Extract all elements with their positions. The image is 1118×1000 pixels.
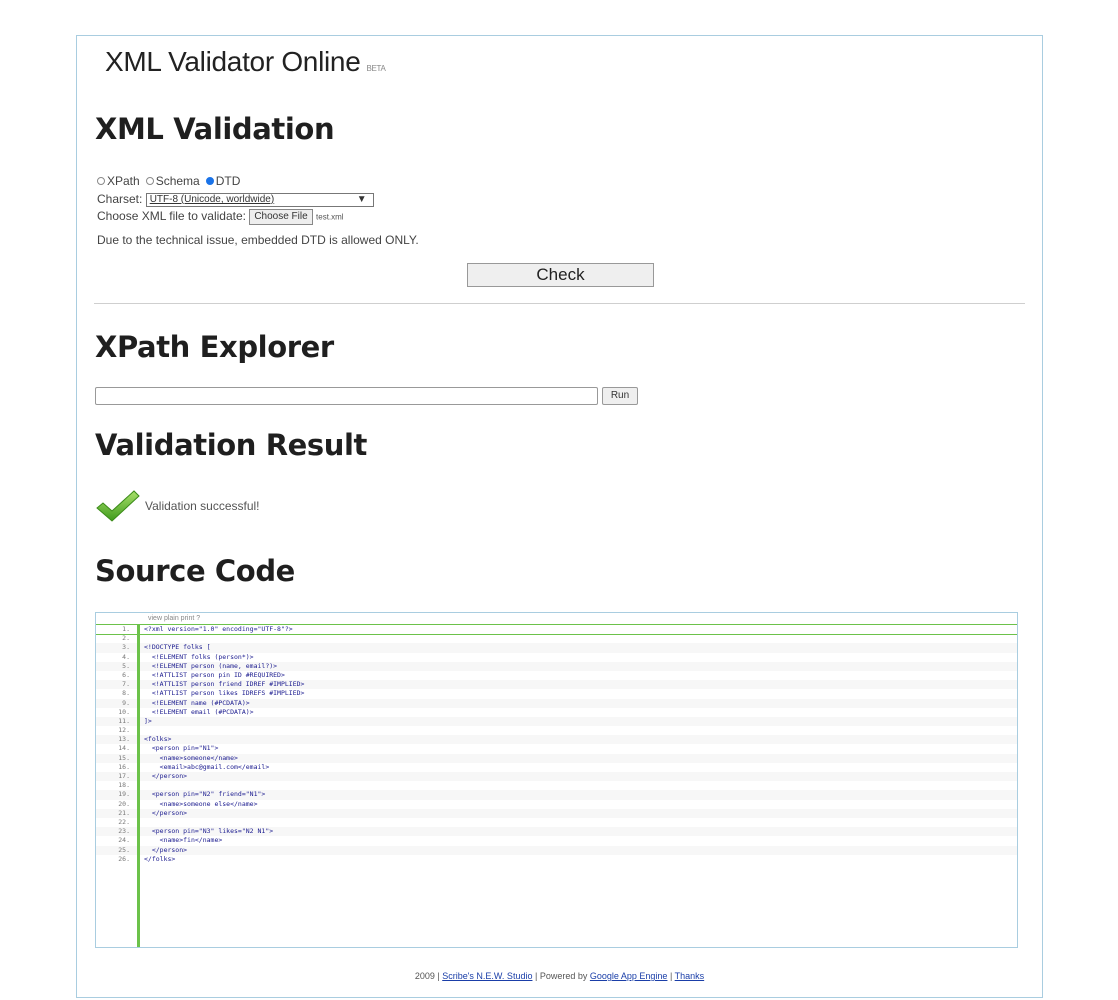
code-line: 25. </person> [96,845,1017,855]
footer: 2009 | Scribe's N.E.W. Studio | Powered … [77,971,1042,981]
source-code-viewer: view plain print ? 1. <?xml version="1.0"… [95,612,1018,948]
code-line: 17. </person> [96,772,1017,782]
validation-result: Validation successful! [95,488,260,524]
code-lines: 1. <?xml version="1.0" encoding="UTF-8"?>… [96,623,1017,864]
beta-badge: BETA [366,64,386,73]
xpath-explorer-heading: XPath Explorer [95,330,334,364]
code-line: 6. <!ATTLIST person pin ID #REQUIRED> [96,671,1017,680]
charset-value: UTF-8 (Unicode, worldwide) [149,193,275,205]
code-line: 16. <email>abc@gmail.com</email> [96,763,1017,772]
mode-radio-group: XPath Schema DTD [97,174,244,188]
footer-thanks-link[interactable]: Thanks [675,971,705,981]
code-line: 4. <!ELEMENT folks (person*)> [96,653,1017,662]
radio-xpath[interactable]: XPath [97,174,140,188]
footer-studio-link[interactable]: Scribe's N.E.W. Studio [442,971,532,981]
radio-xpath-label: XPath [107,174,140,188]
xpath-input[interactable] [95,387,598,405]
radio-xpath-icon[interactable] [97,177,105,185]
radio-schema-icon[interactable] [145,177,154,185]
page-frame: XML Validator Online BETA XML Validation … [76,35,1043,998]
code-line: 10. <!ELEMENT email (#PCDATA)> [96,708,1017,717]
code-line-text: <email>abc@gmail.com</email> [144,762,270,771]
code-line-text: <person pin="N3" likes="N2 N1"> [144,827,274,836]
code-line: 11.]> [96,716,1017,727]
code-line: 1. <?xml version="1.0" encoding="UTF-8"?> [96,623,1017,636]
radio-dtd-icon[interactable] [205,177,214,185]
code-line: 22. [96,818,1017,827]
site-title: XML Validator Online BETA [105,46,386,78]
code-line: 15. <name>someone</name> [96,753,1017,763]
code-line-text: </person> [144,772,188,780]
line-gutter [96,625,140,947]
code-line: 12. [96,726,1017,735]
code-line-text: <name>someone else</name> [144,799,258,808]
code-line-text: <person pin="N1"> [144,744,219,753]
choose-file-button[interactable]: Choose File [249,209,313,225]
code-line: 21. </person> [96,808,1017,818]
code-line: 18. [96,781,1017,790]
footer-separator: | [669,971,673,981]
footer-engine-link[interactable]: Google App Engine [590,971,668,981]
radio-dtd[interactable]: DTD [205,174,241,188]
code-line-text: <!DOCTYPE folks [ [144,643,211,652]
code-line-text: </person> [144,808,188,817]
run-button[interactable]: Run [602,387,638,405]
code-line: 20. <name>someone else</name> [96,800,1017,809]
radio-schema[interactable]: Schema [145,174,200,188]
charset-select[interactable]: UTF-8 (Unicode, worldwide) ▼ [145,192,374,207]
code-line-text: <name>fin</name> [144,836,223,845]
code-line-text: <?xml version="1.0" encoding="UTF-8"?> [144,625,293,633]
code-line-text: ]> [144,716,152,725]
code-line-text: <name>someone</name> [144,753,238,762]
charset-label: Charset: [97,192,143,206]
dtd-notice: Due to the technical issue, embedded DTD… [97,233,419,247]
code-line-text: <!ELEMENT email (#PCDATA)> [144,707,254,716]
file-name: test.xml [316,212,344,222]
code-line-text: <person pin="N2" friend="N1"> [144,790,266,799]
validation-result-heading: Validation Result [95,428,368,462]
code-line: 19. <person pin="N2" friend="N1"> [96,790,1017,800]
code-line: 24. <name>fin</name> [96,836,1017,845]
xml-validation-heading: XML Validation [95,112,335,146]
validation-message: Validation successful! [145,499,260,513]
code-line: 26. </folks> [96,855,1017,864]
site-title-text: XML Validator Online [105,46,361,77]
code-line-text: <!ELEMENT name (#PCDATA)> [144,698,250,707]
code-line-text: <!ATTLIST person friend IDREF #IMPLIED> [144,680,305,689]
code-line-text: <!ELEMENT person (name, email?)> [144,661,278,670]
code-toolbar[interactable]: view plain print ? [148,615,200,622]
check-button[interactable]: Check [467,263,654,287]
source-code-heading: Source Code [95,554,295,588]
code-line-text: </person> [144,845,188,854]
code-line-text: <!ELEMENT folks (person*)> [144,652,254,661]
section-divider [94,303,1025,304]
charset-row: Charset: UTF-8 (Unicode, worldwide) ▼ [97,192,374,207]
file-label: Choose XML file to validate: [97,209,246,224]
code-line: 9. <!ELEMENT name (#PCDATA)> [96,698,1017,708]
footer-year: 2009 | [414,971,440,981]
radio-dtd-label: DTD [215,174,241,188]
code-line: 13. <folks> [96,735,1017,745]
code-line-text: </folks> [144,854,176,863]
code-line: 23. <person pin="N3" likes="N2 N1"> [96,827,1017,837]
code-line: 7. <!ATTLIST person friend IDREF #IMPLIE… [96,680,1017,690]
code-line-text: <folks> [144,735,172,744]
code-line-text: <!ATTLIST person likes IDREFS #IMPLIED> [144,689,305,698]
footer-powered: | Powered by [534,971,588,981]
file-row: Choose XML file to validate: Choose File… [97,209,344,225]
code-line-text: <!ATTLIST person pin ID #REQUIRED> [144,670,285,679]
radio-schema-label: Schema [155,174,200,188]
chevron-down-icon: ▼ [356,193,367,205]
checkmark-icon [96,490,140,522]
code-line: 2. [96,634,1017,643]
code-line: 14. <person pin="N1"> [96,744,1017,753]
code-line: 5. <!ELEMENT person (name, email?)> [96,661,1017,671]
code-line: 3. <!DOCTYPE folks [ [96,643,1017,653]
code-line: 8. <!ATTLIST person likes IDREFS #IMPLIE… [96,689,1017,698]
